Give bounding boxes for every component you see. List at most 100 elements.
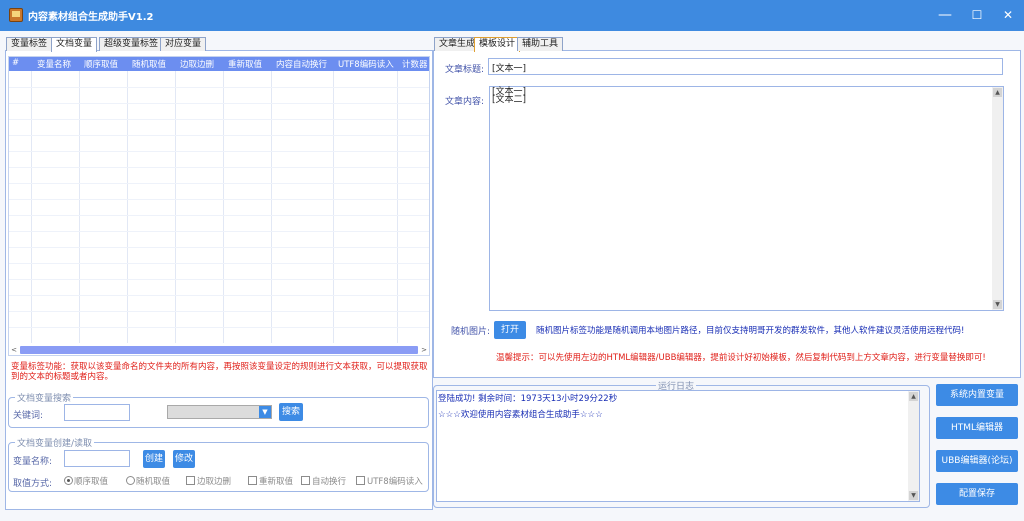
random-image-hint: 随机图片标签功能是随机调用本地图片路径，目前仅支持明哥开发的群发软件，其他人软件… xyxy=(536,326,965,336)
radio-random-label: 随机取值 xyxy=(136,477,171,487)
grid-row-line xyxy=(9,295,429,296)
close-button[interactable]: ✕ xyxy=(995,4,1021,26)
grid-divider xyxy=(333,71,334,343)
tab-template-design[interactable]: 模板设计 xyxy=(474,37,521,52)
title-bar: 内容素材组合生成助手V1.2 — ☐ ✕ xyxy=(0,0,1024,31)
grid-col-retake[interactable]: 重新取值 xyxy=(228,58,262,70)
tab-corresponding-variables[interactable]: 对应变量 xyxy=(160,37,207,51)
grid-row-line xyxy=(9,119,429,120)
grid-row-line xyxy=(9,103,429,104)
checkbox-take-delete[interactable] xyxy=(186,476,195,485)
window-title: 内容素材组合生成助手V1.2 xyxy=(28,12,154,23)
radio-sequential[interactable] xyxy=(64,476,73,485)
grid-row-line xyxy=(9,247,429,248)
grid-col-autowrap[interactable]: 内容自动换行 xyxy=(276,58,327,70)
grid-row-line xyxy=(9,215,429,216)
scroll-up-icon[interactable]: ▲ xyxy=(909,392,918,401)
variable-name-label: 变量名称: xyxy=(13,457,53,467)
grid-col-name[interactable]: 变量名称 xyxy=(37,58,71,70)
grid-row-line xyxy=(9,279,429,280)
right-tab-strip: 文章生成 模板设计 辅助工具 xyxy=(434,37,1022,52)
article-content-textarea[interactable]: [文本一] [文本二] ▲ ▼ xyxy=(489,86,1004,311)
grid-row-line xyxy=(9,231,429,232)
left-tab-strip: 变量标签 文档变量 超级变量标签 对应变量 xyxy=(5,37,433,52)
grid-row-line xyxy=(9,199,429,200)
keyword-input[interactable] xyxy=(64,404,130,421)
grid-divider xyxy=(223,71,224,343)
grid-divider xyxy=(175,71,176,343)
tab-super-variable-tags[interactable]: 超级变量标签 xyxy=(99,37,164,51)
scroll-right-icon[interactable]: > xyxy=(419,345,429,355)
grid-divider xyxy=(127,71,128,343)
warm-tip: 温馨提示：可以先使用左边的HTML编辑器/UBB编辑器，提前设计好初始模板，然后… xyxy=(496,353,986,363)
checkbox-autowrap-label: 自动换行 xyxy=(312,477,347,487)
grid-divider xyxy=(31,71,32,343)
checkbox-autowrap[interactable] xyxy=(301,476,310,485)
search-button[interactable]: 搜索 xyxy=(279,403,303,421)
content-vertical-scrollbar[interactable]: ▲ ▼ xyxy=(992,87,1003,310)
checkbox-take-delete-label: 边取边删 xyxy=(197,477,232,487)
grid-row-line xyxy=(9,263,429,264)
grid-col-take-delete[interactable]: 边取边删 xyxy=(180,58,214,70)
modify-button[interactable]: 修改 xyxy=(173,450,195,468)
tab-variable-tags[interactable]: 变量标签 xyxy=(6,37,53,51)
chevron-down-icon[interactable]: ▼ xyxy=(259,406,271,418)
article-title-label: 文章标题: xyxy=(445,65,485,75)
scroll-down-icon[interactable]: ▼ xyxy=(909,491,918,500)
scroll-left-icon[interactable]: < xyxy=(9,345,19,355)
checkbox-retake[interactable] xyxy=(248,476,257,485)
search-scope-select[interactable]: ▼ xyxy=(167,405,272,419)
log-line: ☆☆☆欢迎使用内容素材组合生成助手☆☆☆ xyxy=(438,410,603,420)
tab-document-variables[interactable]: 文档变量 xyxy=(51,37,98,52)
system-variables-button[interactable]: 系统内置变量 xyxy=(936,384,1018,406)
html-editor-button[interactable]: HTML编辑器 xyxy=(936,417,1018,439)
variable-grid[interactable]: # 变量名称 顺序取值 随机取值 边取边删 重新取值 内容自动换行 UTF8编码… xyxy=(8,56,430,356)
checkbox-utf8[interactable] xyxy=(356,476,365,485)
log-line: 登陆成功! 剩余时间：1973天13小时29分22秒 xyxy=(438,394,618,404)
grid-row-line xyxy=(9,327,429,328)
content-line: [文本二] xyxy=(492,95,527,105)
scroll-up-icon[interactable]: ▲ xyxy=(993,88,1002,97)
scroll-thumb[interactable] xyxy=(20,346,418,354)
feature-notice: 变量标签功能：获取以该变量命名的文件夹的所有内容，再按照该变量设定的规则进行文本… xyxy=(11,362,428,382)
save-config-button[interactable]: 配置保存 xyxy=(936,483,1018,505)
grid-row-line xyxy=(9,87,429,88)
keyword-label: 关键词: xyxy=(13,411,44,421)
grid-col-random[interactable]: 随机取值 xyxy=(132,58,166,70)
grid-row-line xyxy=(9,167,429,168)
grid-col-sequential[interactable]: 顺序取值 xyxy=(84,58,118,70)
variable-name-input[interactable] xyxy=(64,450,130,467)
grid-col-counter[interactable]: 计数器 xyxy=(402,58,428,70)
scroll-down-icon[interactable]: ▼ xyxy=(993,300,1002,309)
run-log-textarea[interactable]: 登陆成功! 剩余时间：1973天13小时29分22秒 ☆☆☆欢迎使用内容素材组合… xyxy=(436,390,920,502)
open-button[interactable]: 打开 xyxy=(494,321,526,339)
grid-col-utf8[interactable]: UTF8编码读入 xyxy=(338,58,394,70)
app-icon xyxy=(9,8,23,22)
tab-tools[interactable]: 辅助工具 xyxy=(517,37,564,51)
mode-label: 取值方式: xyxy=(13,479,53,489)
minimize-button[interactable]: — xyxy=(932,4,958,26)
random-image-label: 随机图片: xyxy=(451,327,491,337)
create-button[interactable]: 创建 xyxy=(143,450,165,468)
radio-sequential-label: 顺序取值 xyxy=(74,477,109,487)
checkbox-retake-label: 重新取值 xyxy=(259,477,294,487)
article-content-label: 文章内容: xyxy=(445,97,485,107)
grid-row-line xyxy=(9,135,429,136)
grid-header: # 变量名称 顺序取值 随机取值 边取边删 重新取值 内容自动换行 UTF8编码… xyxy=(9,57,429,71)
article-title-input[interactable]: [文本一] xyxy=(488,58,1003,75)
grid-divider xyxy=(271,71,272,343)
ubb-editor-button[interactable]: UBB编辑器(论坛) xyxy=(936,450,1018,472)
grid-col-index: # xyxy=(12,58,20,68)
grid-row-line xyxy=(9,151,429,152)
create-group-legend: 文档变量创建/读取 xyxy=(17,439,93,449)
grid-divider xyxy=(79,71,80,343)
grid-divider xyxy=(397,71,398,343)
maximize-button[interactable]: ☐ xyxy=(964,4,990,26)
grid-row-line xyxy=(9,311,429,312)
grid-row-line xyxy=(9,183,429,184)
grid-horizontal-scrollbar[interactable]: < > xyxy=(9,345,429,355)
checkbox-utf8-label: UTF8编码读入 xyxy=(367,477,423,487)
radio-random[interactable] xyxy=(126,476,135,485)
log-vertical-scrollbar[interactable]: ▲ ▼ xyxy=(908,391,919,501)
search-group-legend: 文档变量搜索 xyxy=(17,394,72,404)
